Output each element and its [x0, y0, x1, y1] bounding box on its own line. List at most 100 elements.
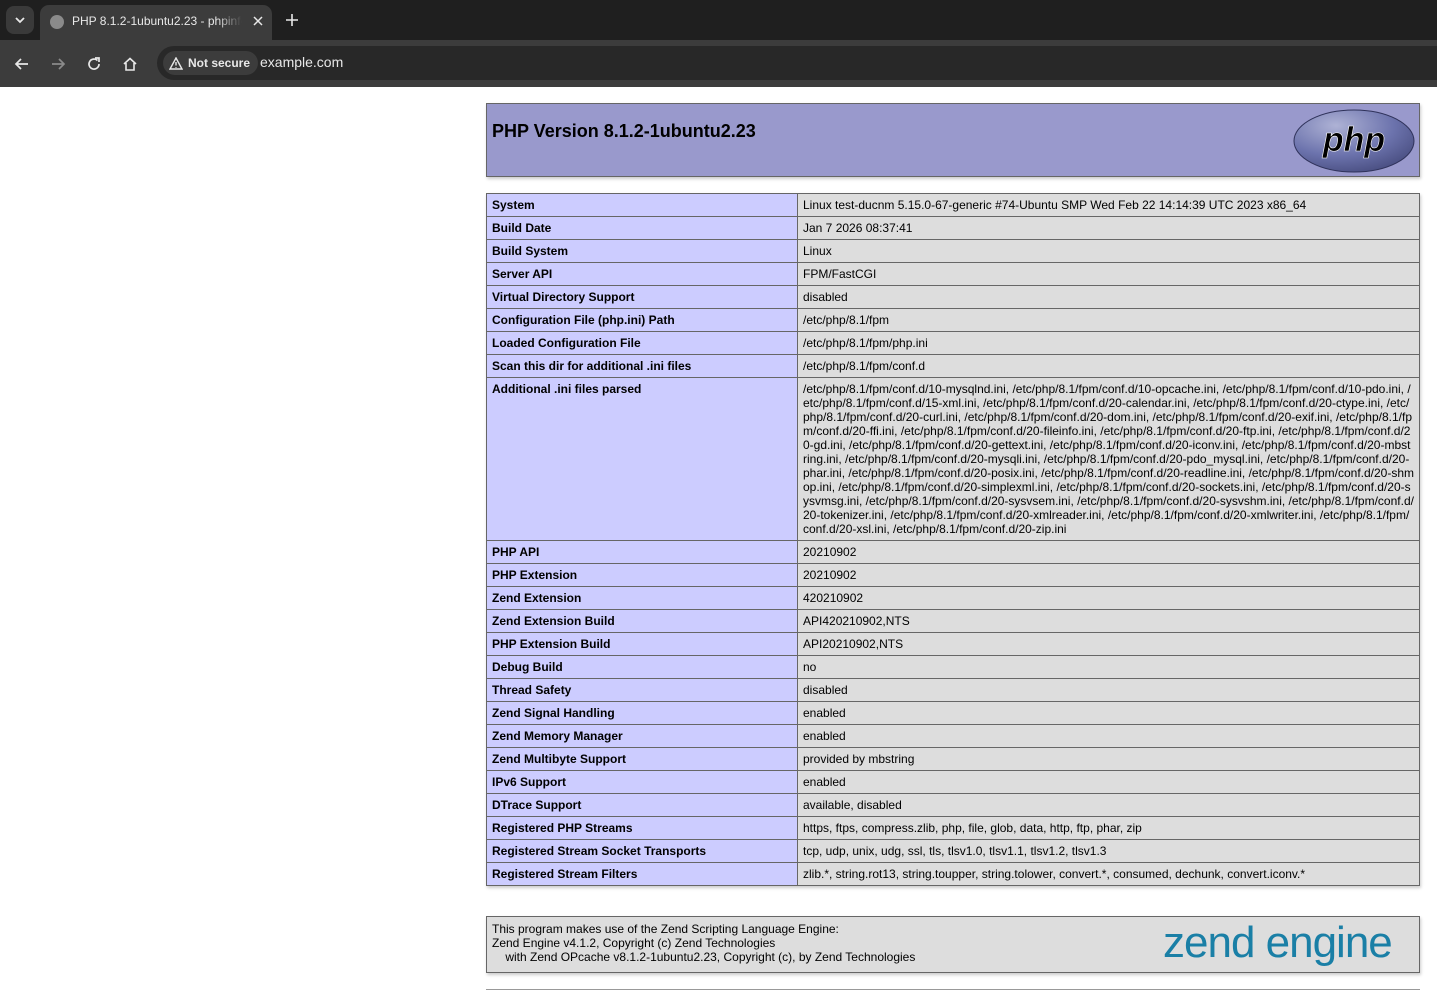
table-row: Build System Linux	[486, 239, 1420, 263]
reload-icon	[88, 57, 100, 70]
row-value: provided by mbstring	[797, 747, 1420, 771]
zend-line-1: This program makes use of the Zend Scrip…	[492, 922, 839, 936]
zend-engine-box: This program makes use of the Zend Scrip…	[486, 916, 1420, 973]
row-label: Virtual Directory Support	[486, 285, 798, 309]
security-label: Not secure	[188, 56, 251, 70]
info-table: System Linux test-ducnm 5.15.0-67-generic…	[486, 193, 1420, 886]
row-label: DTrace Support	[486, 793, 798, 817]
row-label: PHP API	[486, 540, 798, 564]
table-row: Registered PHP Streams https, ftps, compr…	[486, 816, 1420, 840]
row-value: enabled	[797, 724, 1420, 748]
table-row: Virtual Directory Support disabled	[486, 285, 1420, 309]
row-label: Build Date	[486, 216, 798, 240]
row-label: Additional .ini files parsed	[486, 377, 798, 541]
zend-credits: This program makes use of the Zend Scrip…	[492, 922, 915, 964]
php-version-header: PHP Version 8.1.2-1ubuntu2.23 php	[486, 103, 1420, 177]
row-label: Debug Build	[486, 655, 798, 679]
forward-button[interactable]	[45, 51, 71, 77]
table-row: PHP API 20210902	[486, 540, 1420, 564]
row-value: zlib.*, string.rot13, string.toupper, st…	[797, 862, 1420, 886]
zend-engine-logo[interactable]: zend engine	[1163, 919, 1417, 969]
row-label: Server API	[486, 262, 798, 286]
row-value: /etc/php/8.1/fpm/conf.d	[797, 354, 1420, 378]
table-row: Registered Stream Socket Transports tcp, …	[486, 839, 1420, 863]
browser-tab-active[interactable]: PHP 8.1.2-1ubuntu2.23 - phpinfo()	[40, 5, 272, 40]
table-row: Zend Memory Manager enabled	[486, 724, 1420, 748]
row-value: disabled	[797, 678, 1420, 702]
php-logo[interactable]: php	[1293, 109, 1415, 173]
table-row: Loaded Configuration File/etc/php/8.1/fp…	[486, 331, 1420, 355]
row-label: PHP Extension Build	[486, 632, 798, 656]
tab-close-button[interactable]	[248, 11, 268, 31]
plus-icon	[286, 14, 298, 26]
table-row: Zend Multibyte Support provided by mbstri…	[486, 747, 1420, 771]
row-label: System	[486, 193, 798, 217]
row-value: no	[797, 655, 1420, 679]
row-value: API420210902,NTS	[797, 609, 1420, 633]
row-value: available, disabled	[797, 793, 1420, 817]
row-value: https, ftps, compress.zlib, php, file, g…	[797, 816, 1420, 840]
row-value: /etc/php/8.1/fpm/php.ini	[797, 331, 1420, 355]
warning-icon	[169, 56, 183, 70]
home-icon	[123, 57, 137, 71]
zend-line-2: Zend Engine v4.1.2, Copyright (c) Zend T…	[492, 936, 776, 950]
browser-toolbar: Not secure example.com	[0, 40, 1437, 87]
row-label: Zend Memory Manager	[486, 724, 798, 748]
row-label: Registered PHP Streams	[486, 816, 798, 840]
browser-tab-bar: PHP 8.1.2-1ubuntu2.23 - phpinfo()	[0, 0, 1437, 40]
svg-text:zend engine: zend engine	[1163, 919, 1392, 967]
row-label: Zend Extension Build	[486, 609, 798, 633]
row-label: Registered Stream Filters	[486, 862, 798, 886]
row-label: Zend Signal Handling	[486, 701, 798, 725]
row-label: PHP Extension	[486, 563, 798, 587]
row-value: /etc/php/8.1/fpm	[797, 308, 1420, 332]
security-indicator[interactable]: Not secure	[163, 51, 259, 75]
table-row: Scan this dir for additional .ini files /…	[486, 354, 1420, 378]
table-row: Build Date Jan 7 2026 08:37:41	[486, 216, 1420, 240]
row-value: 420210902	[797, 586, 1420, 610]
tab-title: PHP 8.1.2-1ubuntu2.23 - phpinfo()	[72, 14, 242, 28]
url-text[interactable]: example.com	[260, 54, 343, 70]
new-tab-button[interactable]	[282, 10, 302, 30]
row-label: IPv6 Support	[486, 770, 798, 794]
table-row: Thread Safety disabled	[486, 678, 1420, 702]
row-label: Zend Multibyte Support	[486, 747, 798, 771]
table-row: Configuration File (php.ini) Path/etc/ph…	[486, 308, 1420, 332]
svg-text:php: php	[1322, 121, 1385, 159]
row-value: 20210902	[797, 563, 1420, 587]
home-button[interactable]	[117, 51, 143, 77]
row-value: enabled	[797, 701, 1420, 725]
table-row: PHP Extension 20210902	[486, 563, 1420, 587]
bottom-divider	[486, 989, 1420, 990]
table-row: Debug Build no	[486, 655, 1420, 679]
close-icon	[253, 16, 263, 26]
row-label: Zend Extension	[486, 586, 798, 610]
table-row: DTrace Support available, disabled	[486, 793, 1420, 817]
tab-list-button[interactable]	[6, 6, 34, 34]
row-value: disabled	[797, 285, 1420, 309]
table-row: IPv6 Support enabled	[486, 770, 1420, 794]
row-value: Linux	[797, 239, 1420, 263]
row-label: Thread Safety	[486, 678, 798, 702]
page-title: PHP Version 8.1.2-1ubuntu2.23	[492, 121, 756, 141]
address-bar[interactable]: Not secure example.com	[157, 46, 1437, 80]
row-value: /etc/php/8.1/fpm/conf.d/10-mysqlnd.ini, …	[797, 377, 1420, 541]
row-label: Registered Stream Socket Transports	[486, 839, 798, 863]
back-button[interactable]	[9, 51, 35, 77]
page-content: PHP Version 8.1.2-1ubuntu2.23 php System…	[0, 87, 1437, 992]
table-row: Server API FPM/FastCGI	[486, 262, 1420, 286]
row-value: tcp, udp, unix, udg, ssl, tls, tlsv1.0, …	[797, 839, 1420, 863]
row-value: Jan 7 2026 08:37:41	[797, 216, 1420, 240]
row-value: API20210902,NTS	[797, 632, 1420, 656]
reload-button[interactable]	[81, 51, 107, 77]
row-value: enabled	[797, 770, 1420, 794]
arrow-right-icon	[52, 58, 66, 70]
row-label: Configuration File (php.ini) Path	[486, 308, 798, 332]
table-row: System Linux test-ducnm 5.15.0-67-generic…	[486, 193, 1420, 217]
zend-line-3: with Zend OPcache v8.1.2-1ubuntu2.23, Co…	[492, 950, 916, 964]
row-label: Scan this dir for additional .ini files	[486, 354, 798, 378]
globe-icon	[50, 15, 64, 29]
table-row: Additional .ini files parsed/etc/php/8.1…	[486, 377, 1420, 541]
row-value: FPM/FastCGI	[797, 262, 1420, 286]
row-label: Loaded Configuration File	[486, 331, 798, 355]
